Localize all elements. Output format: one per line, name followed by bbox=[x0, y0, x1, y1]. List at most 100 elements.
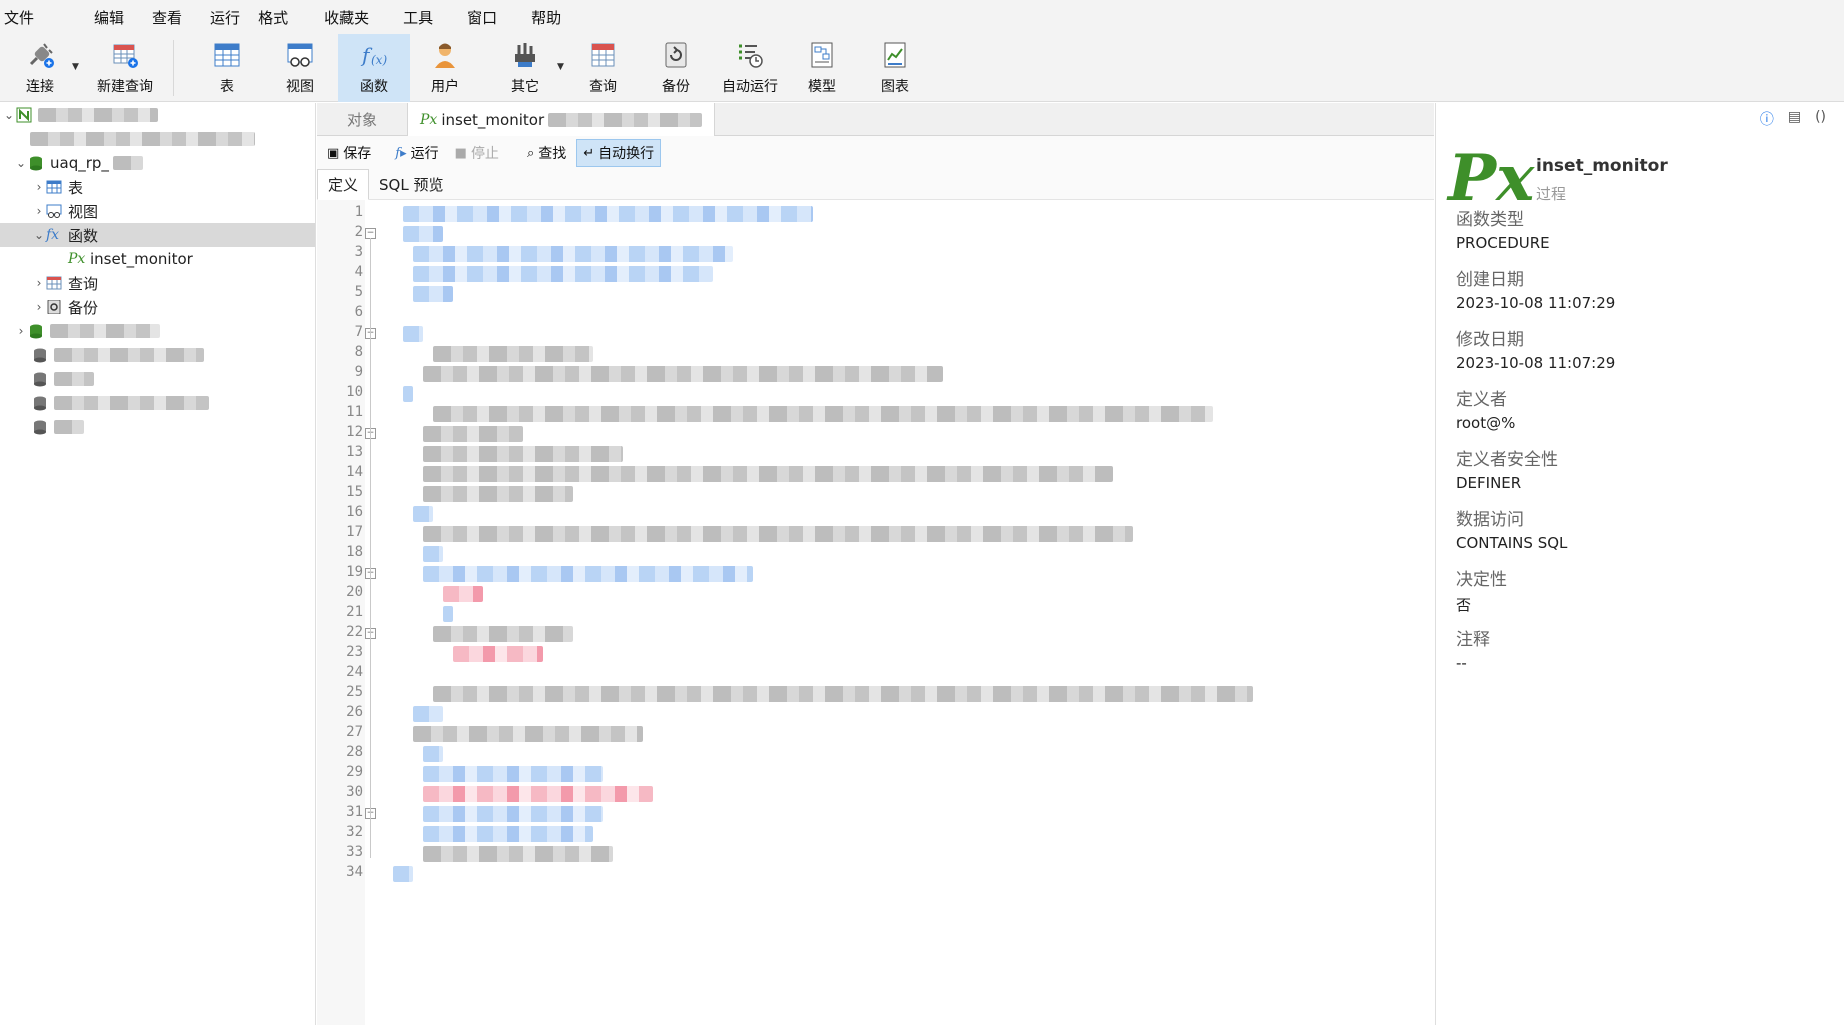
find-button[interactable]: ⌕ 查找 bbox=[521, 140, 572, 166]
menu-run[interactable]: 运行 bbox=[206, 7, 254, 28]
user-button[interactable]: 用户 bbox=[423, 34, 467, 102]
prop-create-date: 创建日期 2023-10-08 11:07:29 bbox=[1456, 270, 1616, 312]
menu-bar: 文件 编辑 查看 运行 格式 收藏夹 工具 窗口 帮助 bbox=[0, 0, 1844, 34]
auto-run-button[interactable]: 自动运行 bbox=[716, 34, 784, 102]
query-icon bbox=[591, 43, 615, 67]
code-line-redacted bbox=[443, 586, 483, 602]
line-number: 31 bbox=[346, 804, 363, 820]
tree-database[interactable]: › bbox=[14, 319, 160, 343]
tree-connection[interactable]: ⌄ bbox=[2, 103, 158, 127]
line-number: 1 bbox=[354, 204, 363, 220]
code-line-redacted bbox=[413, 266, 713, 282]
toolbar-separator bbox=[173, 40, 174, 96]
menu-window[interactable]: 窗口 bbox=[463, 7, 511, 28]
object-kind: 过程 bbox=[1536, 185, 1567, 203]
svg-text:(x): (x) bbox=[371, 53, 387, 67]
connect-button[interactable]: 连接 bbox=[18, 34, 62, 102]
database-icon bbox=[34, 396, 46, 411]
tree-item-tables[interactable]: › 表 bbox=[32, 175, 83, 199]
tree-redacted-row bbox=[30, 127, 255, 151]
user-icon bbox=[435, 43, 455, 68]
run-button[interactable]: f▸ 运行 bbox=[389, 140, 444, 166]
table-button[interactable]: 表 bbox=[205, 34, 249, 102]
save-button[interactable]: ▣ 保存 bbox=[321, 140, 377, 166]
chevron-right-icon[interactable]: › bbox=[32, 180, 46, 194]
menu-favorites[interactable]: 收藏夹 bbox=[320, 7, 383, 28]
info-icon[interactable]: ⓘ bbox=[1760, 109, 1774, 129]
menu-format[interactable]: 格式 bbox=[254, 7, 302, 28]
editor-subtabs: 定义 SQL 预览 bbox=[317, 169, 1434, 200]
tab-inset-monitor[interactable]: Px inset_monitor bbox=[407, 103, 715, 136]
stop-icon: ■ bbox=[454, 145, 467, 161]
function-button[interactable]: f (x) 函数 bbox=[338, 34, 410, 102]
stop-button[interactable]: ■ 停止 bbox=[449, 140, 505, 166]
tree-item-functions[interactable]: ⌄ fx 函数 bbox=[0, 223, 315, 247]
chevron-down-icon[interactable]: ⌄ bbox=[32, 228, 46, 242]
tree-database[interactable] bbox=[32, 367, 94, 391]
code-line-redacted bbox=[423, 846, 613, 862]
query-icon bbox=[46, 276, 62, 290]
tree-item-views[interactable]: › 视图 bbox=[32, 199, 98, 223]
word-wrap-toggle[interactable]: ↵ 自动换行 bbox=[576, 139, 662, 167]
connect-dropdown-icon[interactable]: ▼ bbox=[72, 62, 79, 72]
other-button[interactable]: 其它 bbox=[503, 34, 547, 102]
tree-database[interactable] bbox=[32, 415, 84, 439]
chart-button[interactable]: 图表 bbox=[873, 34, 917, 102]
object-name: inset_monitor bbox=[1536, 156, 1668, 176]
backup-button[interactable]: 备份 bbox=[654, 34, 698, 102]
backup-icon bbox=[665, 42, 687, 68]
tree-database[interactable]: ⌄ uaq_rp_ bbox=[14, 151, 143, 175]
line-number: 20 bbox=[346, 584, 363, 600]
tab-definition[interactable]: 定义 bbox=[317, 169, 370, 200]
new-query-button[interactable]: 新建查询 bbox=[86, 34, 164, 102]
function-icon: fx bbox=[46, 227, 60, 243]
parentheses-icon[interactable]: () bbox=[1815, 109, 1826, 129]
ddl-icon[interactable]: ▤ bbox=[1788, 109, 1801, 129]
tree-item-inset-monitor[interactable]: Px inset_monitor bbox=[68, 247, 193, 271]
code-line-redacted bbox=[423, 486, 573, 502]
tree-database[interactable] bbox=[32, 391, 209, 415]
chevron-right-icon[interactable]: › bbox=[14, 324, 28, 338]
code-line-redacted bbox=[413, 706, 443, 722]
menu-help[interactable]: 帮助 bbox=[527, 7, 575, 28]
code-line-redacted bbox=[413, 246, 733, 262]
info-panel-toolbar: ⓘ ▤ () bbox=[1760, 109, 1826, 129]
other-dropdown-icon[interactable]: ▼ bbox=[557, 62, 564, 72]
menu-edit[interactable]: 编辑 bbox=[90, 7, 138, 28]
menu-tools[interactable]: 工具 bbox=[399, 7, 447, 28]
prop-deterministic: 决定性 否 bbox=[1456, 570, 1507, 614]
object-tree: ⌄ ⌄ uaq_rp_ › 表 › 视图 ⌄ fx 函数 Px inset_mo… bbox=[0, 103, 316, 1025]
chevron-right-icon[interactable]: › bbox=[32, 204, 46, 218]
tree-item-backups[interactable]: › 备份 bbox=[32, 295, 98, 319]
code-line-redacted bbox=[433, 626, 573, 642]
line-number: 23 bbox=[346, 644, 363, 660]
chevron-right-icon[interactable]: › bbox=[32, 276, 46, 290]
query-button[interactable]: 查询 bbox=[581, 34, 625, 102]
tree-item-queries[interactable]: › 查询 bbox=[32, 271, 98, 295]
line-number: 17 bbox=[346, 524, 363, 540]
model-button[interactable]: 模型 bbox=[800, 34, 844, 102]
code-editor[interactable]: 1 2 3 4 5 6 7 8 9 10 11 12 13 14 15 16 17 18 19 20 21 22 23 24 2… bbox=[317, 200, 1434, 1025]
line-number: 33 bbox=[346, 844, 363, 860]
line-number-gutter: 1 2 3 4 5 6 7 8 9 10 11 12 13 14 15 16 17 18 19 20 21 22 23 24 2… bbox=[317, 200, 365, 1025]
code-line-redacted bbox=[433, 406, 1213, 422]
menu-file[interactable]: 文件 bbox=[0, 7, 48, 28]
line-number: 8 bbox=[354, 344, 363, 360]
line-number: 26 bbox=[346, 704, 363, 720]
table-icon bbox=[46, 180, 62, 194]
chevron-right-icon[interactable]: › bbox=[32, 300, 46, 314]
menu-view[interactable]: 查看 bbox=[148, 7, 196, 28]
code-line-redacted bbox=[413, 726, 643, 742]
tree-database[interactable] bbox=[32, 343, 204, 367]
procedure-icon: Px bbox=[68, 251, 86, 267]
database-icon bbox=[34, 348, 46, 363]
line-number: 12 bbox=[346, 424, 363, 440]
tab-objects[interactable]: 对象 bbox=[317, 103, 407, 136]
chevron-down-icon[interactable]: ⌄ bbox=[14, 156, 28, 170]
view-button[interactable]: 视图 bbox=[278, 34, 322, 102]
prop-security: 定义者安全性 DEFINER bbox=[1456, 450, 1558, 492]
chevron-down-icon[interactable]: ⌄ bbox=[2, 108, 16, 122]
model-icon bbox=[811, 42, 833, 68]
chart-icon bbox=[884, 42, 906, 68]
tab-sql-preview[interactable]: SQL 预览 bbox=[369, 170, 453, 199]
